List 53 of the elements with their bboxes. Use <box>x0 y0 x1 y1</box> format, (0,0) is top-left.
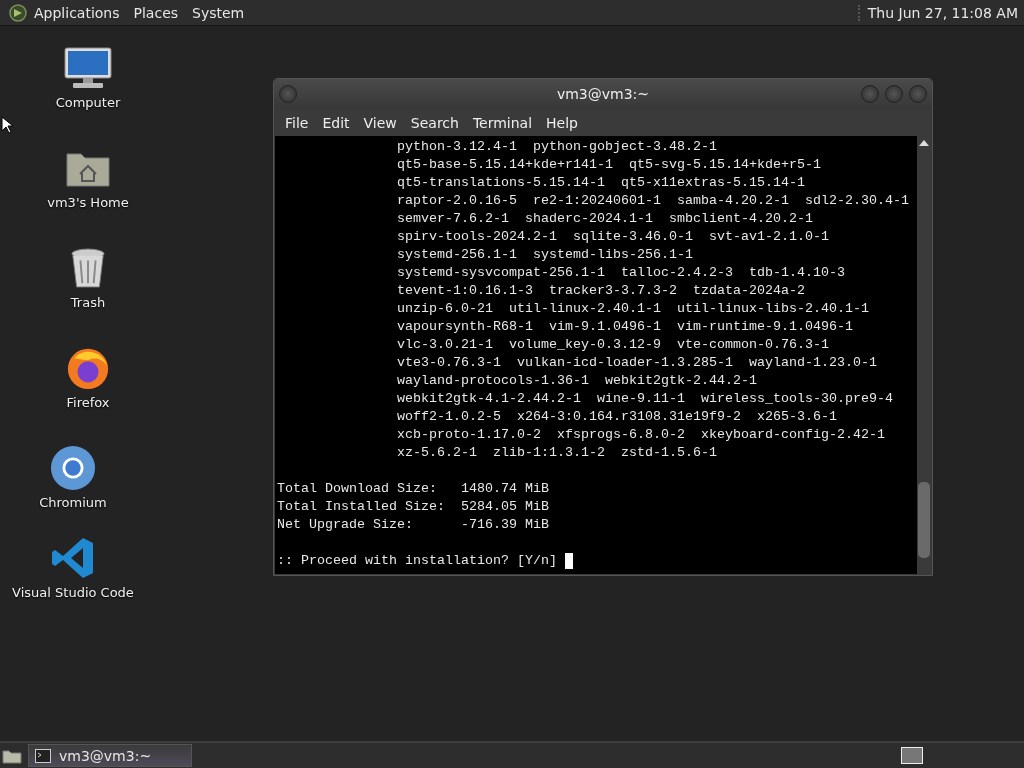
computer-icon[interactable] <box>63 45 113 91</box>
output-line: unzip-6.0-21 util-linux-2.40.1-1 util-linux-libs-2.40.1-1 <box>396 300 870 318</box>
output-line: xz-5.6.2-1 zlib-1:1.3.1-2 zstd-1.5.6-1 <box>396 444 718 462</box>
output-line: vapoursynth-R68-1 vim-9.1.0496-1 vim-runtime-9.1.0496-1 <box>396 318 854 336</box>
clock[interactable]: Thu Jun 27, 11:08 AM <box>857 4 1018 21</box>
desktop-icon-label[interactable]: Firefox <box>66 395 110 410</box>
menu-item[interactable]: Terminal <box>465 114 540 131</box>
menu-item[interactable]: View <box>356 114 404 131</box>
vscode-icon[interactable] <box>51 535 95 581</box>
workspace-switcher[interactable] <box>901 747 923 764</box>
output-line: wayland-protocols-1.36-1 webkit2gtk-2.44.2-1 <box>396 372 758 390</box>
output-line: spirv-tools-2024.2-1 sqlite-3.46.0-1 svt-av1-2.1.0-1 <box>396 228 830 246</box>
output-line: Total Installed Size: 5284.05 MiB <box>277 498 550 516</box>
menu-item[interactable]: File <box>278 114 316 131</box>
output-line: vte3-0.76.3-1 vulkan-icd-loader-1.3.285-1 wayland-1.23.0-1 <box>396 354 878 372</box>
window-title: vm3@vm3:~ <box>555 86 651 102</box>
scrollbar-thumb[interactable] <box>918 482 930 558</box>
taskbar-button[interactable]: vm3@vm3:~ <box>28 744 192 767</box>
show-desktop-icon[interactable] <box>2 747 22 764</box>
output-line: woff2-1.0.2-5 x264-3:0.164.r3108.31e19f9-2 x265-3.6-1 <box>396 408 838 426</box>
text-cursor <box>564 553 573 569</box>
chromium-icon[interactable] <box>49 445 97 491</box>
menu-item[interactable]: Edit <box>315 114 357 131</box>
output-line: vlc-3.0.21-1 volume_key-0.3.12-9 vte-common-0.76.3-1 <box>396 336 830 354</box>
scrollbar[interactable] <box>917 136 931 574</box>
output-line: xcb-proto-1.17.0-2 xfsprogs-6.8.0-2 xkeyboard-config-2.42-1 <box>396 426 886 444</box>
desktop-icon-label[interactable]: Computer <box>55 95 121 110</box>
output-line: qt5-base-5.15.14+kde+r141-1 qt5-svg-5.15.14+kde+r5-1 <box>396 156 822 174</box>
trash-icon[interactable] <box>69 245 107 291</box>
panel-menu[interactable]: Places <box>133 4 179 21</box>
scroll-up-icon[interactable] <box>919 140 929 146</box>
terminal-icon <box>35 748 51 763</box>
menu-item[interactable]: Search <box>403 114 466 131</box>
output-line: webkit2gtk-4.1-2.44.2-1 wine-9.11-1 wireless_tools-30.pre9-4 <box>396 390 894 408</box>
desktop-icon-label[interactable]: Visual Studio Code <box>12 585 134 600</box>
mouse-pointer-icon <box>1 116 13 134</box>
output-line: Total Download Size: 1480.74 MiB <box>277 480 550 498</box>
menu-item[interactable]: Help <box>539 114 585 131</box>
panel-menu[interactable]: Applications <box>34 4 120 21</box>
desktop-icon-label[interactable]: Trash <box>70 295 106 310</box>
output-line: qt5-translations-5.15.14-1 qt5-x11extras-5.15.14-1 <box>396 174 806 192</box>
output-line: systemd-256.1-1 systemd-libs-256.1-1 <box>396 246 694 264</box>
output-line: systemd-sysvcompat-256.1-1 talloc-2.4.2-3 tdb-1.4.10-3 <box>396 264 846 282</box>
output-line: tevent-1:0.16.1-3 tracker3-3.7.3-2 tzdata-2024a-2 <box>396 282 806 300</box>
output-line: raptor-2.0.16-5 re2-1:20240601-1 samba-4.20.2-1 sdl2-2.30.4-1 <box>396 192 910 210</box>
desktop-icon-label[interactable]: vm3's Home <box>47 195 129 210</box>
desktop-icon-label[interactable]: Chromium <box>39 495 107 510</box>
output-line: Net Upgrade Size: -716.39 MiB <box>277 516 550 534</box>
output-line: semver-7.6.2-1 shaderc-2024.1-1 smbclient-4.20.2-1 <box>396 210 814 228</box>
logo-icon[interactable] <box>8 2 28 23</box>
prompt-line: :: Proceed with installation? [Y/n] <box>277 552 557 570</box>
panel-menu[interactable]: System <box>192 4 245 21</box>
output-line: python-3.12.4-1 python-gobject-3.48.2-1 <box>396 138 718 156</box>
